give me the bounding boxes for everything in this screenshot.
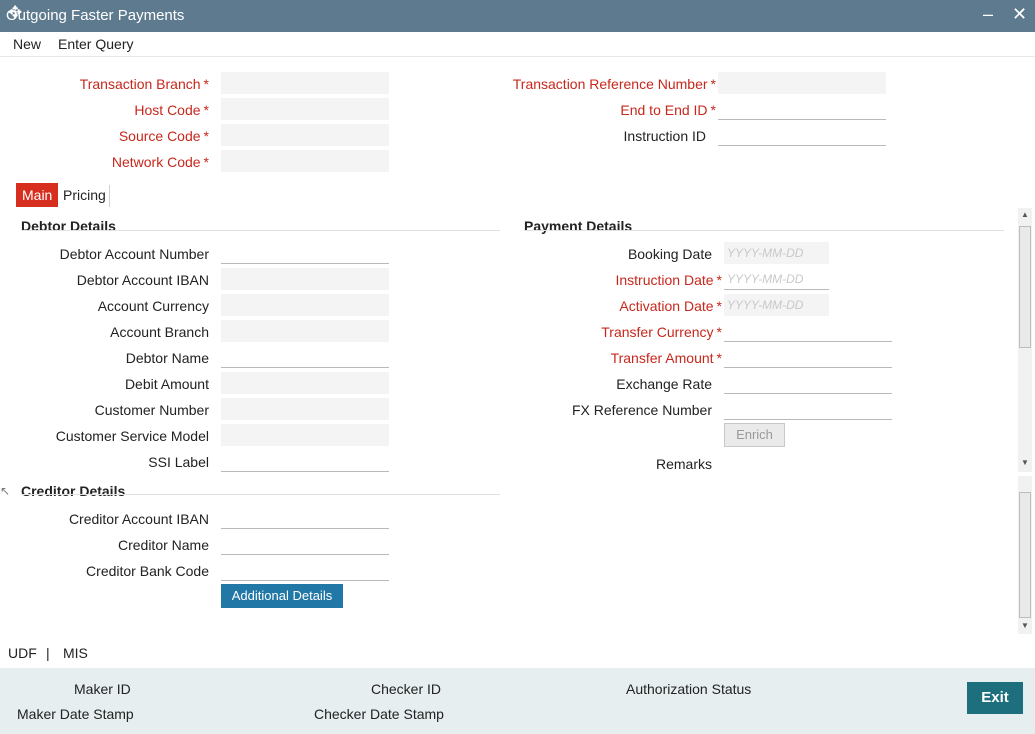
- transaction-reference-label: Transaction Reference Number *: [512, 76, 716, 92]
- audit-footer: Maker ID Maker Date Stamp Checker ID Che…: [0, 668, 1035, 734]
- debtor-account-iban-field[interactable]: [221, 268, 389, 290]
- end-to-end-id-label: End to End ID *: [620, 102, 716, 118]
- enter-query-menu[interactable]: Enter Query: [58, 36, 133, 52]
- activation-date-field[interactable]: YYYY-MM-DD: [724, 294, 829, 316]
- creditor-bank-code-label: Creditor Bank Code: [86, 563, 209, 579]
- account-branch-field[interactable]: [221, 320, 389, 342]
- source-code-field[interactable]: [221, 124, 389, 146]
- mis-link[interactable]: MIS: [63, 645, 88, 661]
- transaction-branch-label: Transaction Branch *: [79, 76, 209, 92]
- tab-main[interactable]: Main: [16, 183, 59, 207]
- creditor-bank-code-field[interactable]: [221, 559, 389, 581]
- instruction-date-label: Instruction Date *: [615, 272, 722, 288]
- network-code-label: Network Code *: [111, 154, 209, 170]
- account-currency-label: Account Currency: [97, 298, 209, 314]
- instruction-date-field[interactable]: YYYY-MM-DD: [724, 268, 829, 290]
- udf-link[interactable]: UDF: [8, 645, 37, 661]
- cursor-icon: ↖: [0, 484, 11, 498]
- instruction-id-field[interactable]: [718, 124, 886, 146]
- creditor-details-heading: Creditor Details: [21, 483, 126, 499]
- new-menu[interactable]: New: [13, 36, 41, 52]
- creditor-name-field[interactable]: [221, 533, 389, 555]
- transfer-amount-field[interactable]: [724, 346, 892, 368]
- debtor-divider: [21, 230, 500, 231]
- debtor-name-label: Debtor Name: [125, 350, 209, 366]
- creditor-name-label: Creditor Name: [117, 537, 209, 553]
- exchange-rate-field[interactable]: [724, 372, 892, 394]
- payment-divider: [524, 230, 1004, 231]
- booking-date-placeholder: YYYY-MM-DD: [727, 246, 804, 260]
- title-bar: Outgoing Faster Payments ✥ – ✕: [0, 0, 1035, 32]
- move-icon[interactable]: ✥: [8, 3, 22, 23]
- tab-divider: [109, 185, 110, 207]
- debit-amount-label: Debit Amount: [124, 376, 209, 392]
- scrollbar-thumb[interactable]: [1019, 226, 1031, 348]
- debtor-name-field[interactable]: [221, 346, 389, 368]
- debit-amount-field[interactable]: [221, 372, 389, 394]
- booking-date-label: Booking Date: [627, 246, 712, 262]
- transfer-amount-label: Transfer Amount *: [610, 350, 722, 366]
- source-code-label: Source Code *: [118, 128, 209, 144]
- creditor-account-iban-label: Creditor Account IBAN: [68, 511, 209, 527]
- transaction-branch-field[interactable]: [221, 72, 389, 94]
- window-title: Outgoing Faster Payments: [6, 7, 185, 24]
- payment-details-heading: Payment Details: [524, 218, 633, 234]
- lower-scroll-down-arrow-icon[interactable]: ▼: [1021, 621, 1029, 630]
- exit-button[interactable]: Exit: [967, 682, 1023, 714]
- debtor-details-heading: Debtor Details: [21, 218, 116, 234]
- fx-reference-number-label: FX Reference Number: [571, 402, 712, 418]
- exchange-rate-label: Exchange Rate: [616, 376, 712, 392]
- additional-details-button[interactable]: Additional Details: [221, 584, 343, 608]
- transfer-currency-label: Transfer Currency *: [601, 324, 722, 340]
- enrich-button[interactable]: Enrich: [724, 423, 785, 447]
- transfer-currency-field[interactable]: [724, 320, 892, 342]
- booking-date-field[interactable]: YYYY-MM-DD: [724, 242, 829, 264]
- authorization-status-label: Authorization Status: [626, 681, 752, 697]
- creditor-account-iban-field[interactable]: [221, 507, 389, 529]
- maker-id-label: Maker ID: [74, 681, 131, 697]
- debtor-account-number-field[interactable]: [221, 242, 389, 264]
- customer-number-field[interactable]: [221, 398, 389, 420]
- checker-date-stamp-label: Checker Date Stamp: [314, 706, 444, 722]
- debtor-account-iban-label: Debtor Account IBAN: [76, 272, 209, 288]
- end-to-end-id-field[interactable]: [718, 98, 886, 120]
- creditor-divider: [21, 494, 500, 495]
- customer-service-model-label: Customer Service Model: [55, 428, 209, 444]
- upper-scrollbar[interactable]: ▲ ▼: [1018, 208, 1032, 472]
- activation-date-placeholder: YYYY-MM-DD: [727, 298, 804, 312]
- menu-bar: New Enter Query: [0, 32, 1035, 57]
- host-code-label: Host Code *: [134, 102, 209, 118]
- close-icon[interactable]: ✕: [1012, 4, 1027, 25]
- fx-reference-number-field[interactable]: [724, 398, 892, 420]
- account-branch-label: Account Branch: [110, 324, 209, 340]
- remarks-label: Remarks: [655, 456, 712, 472]
- debtor-account-number-label: Debtor Account Number: [59, 246, 209, 262]
- customer-service-model-field[interactable]: [221, 424, 389, 446]
- ssi-label-field[interactable]: [221, 450, 389, 472]
- link-separator: |: [46, 645, 50, 661]
- account-currency-field[interactable]: [221, 294, 389, 316]
- network-code-field[interactable]: [221, 150, 389, 172]
- host-code-field[interactable]: [221, 98, 389, 120]
- activation-date-label: Activation Date *: [619, 298, 722, 314]
- instruction-id-label: Instruction ID: [623, 128, 706, 144]
- tab-pricing[interactable]: Pricing: [57, 183, 112, 207]
- lower-scrollbar[interactable]: ▼: [1018, 476, 1032, 634]
- minimize-icon[interactable]: –: [983, 4, 993, 25]
- maker-date-stamp-label: Maker Date Stamp: [17, 706, 134, 722]
- scroll-down-arrow-icon[interactable]: ▼: [1021, 458, 1029, 467]
- ssi-label-label: SSI Label: [148, 454, 209, 470]
- instruction-date-placeholder: YYYY-MM-DD: [727, 272, 804, 286]
- lower-scrollbar-thumb[interactable]: [1019, 492, 1031, 618]
- bottom-link-bar: UDF | MIS: [0, 636, 1035, 668]
- transaction-reference-field[interactable]: [718, 72, 886, 94]
- scroll-up-arrow-icon[interactable]: ▲: [1021, 210, 1029, 219]
- checker-id-label: Checker ID: [371, 681, 442, 697]
- customer-number-label: Customer Number: [94, 402, 209, 418]
